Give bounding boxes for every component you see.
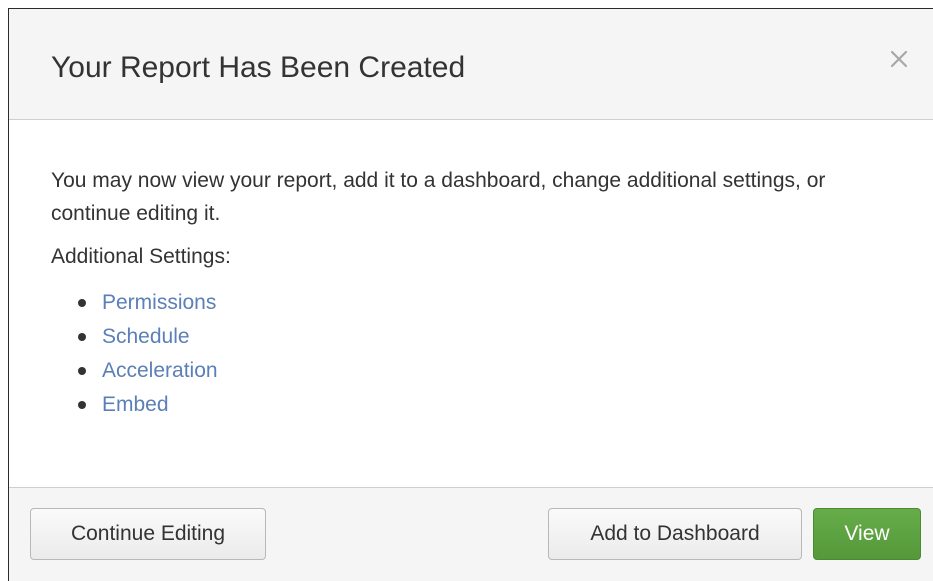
- permissions-link[interactable]: Permissions: [102, 291, 216, 314]
- embed-link[interactable]: Embed: [102, 393, 169, 416]
- list-item: Schedule: [75, 320, 891, 354]
- dialog-body: You may now view your report, add it to …: [9, 120, 933, 488]
- report-created-dialog: Your Report Has Been Created You may now…: [8, 8, 933, 581]
- dialog-title: Your Report Has Been Created: [51, 51, 466, 84]
- acceleration-link[interactable]: Acceleration: [102, 359, 218, 382]
- dialog-footer: Continue Editing Add to Dashboard View: [9, 487, 933, 581]
- schedule-link[interactable]: Schedule: [102, 325, 190, 348]
- bullet-icon: [78, 367, 86, 375]
- bullet-icon: [78, 299, 86, 307]
- add-to-dashboard-button[interactable]: Add to Dashboard: [548, 508, 802, 560]
- close-icon: [890, 50, 908, 73]
- bullet-icon: [78, 333, 86, 341]
- settings-list: Permissions Schedule Acceleration Embed: [51, 286, 891, 422]
- list-item: Permissions: [75, 286, 891, 320]
- bullet-icon: [78, 401, 86, 409]
- settings-heading: Additional Settings:: [51, 245, 231, 268]
- list-item: Embed: [75, 388, 891, 422]
- view-button[interactable]: View: [813, 508, 921, 560]
- dialog-header: Your Report Has Been Created: [9, 9, 933, 120]
- close-button[interactable]: [887, 49, 911, 73]
- continue-editing-button[interactable]: Continue Editing: [30, 508, 266, 560]
- intro-text: You may now view your report, add it to …: [51, 169, 826, 225]
- list-item: Acceleration: [75, 354, 891, 388]
